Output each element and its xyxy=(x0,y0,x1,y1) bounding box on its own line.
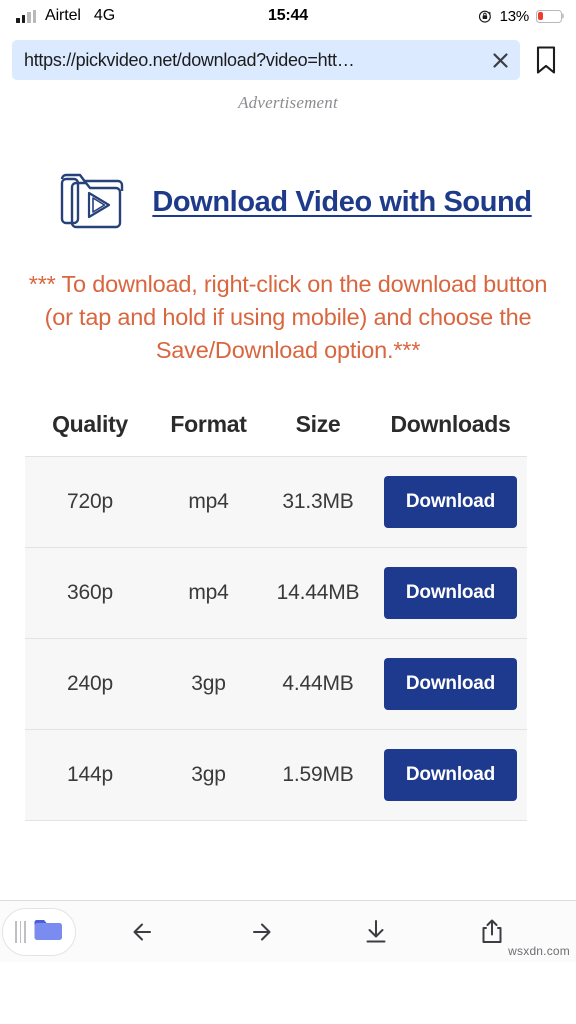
download-instructions-text: *** To download, right-click on the down… xyxy=(28,271,548,363)
cell-format: mp4 xyxy=(155,547,262,639)
status-bar-left: Airtel 4G xyxy=(16,7,115,25)
tabs-folder-icon xyxy=(33,917,63,947)
cell-size: 31.3MB xyxy=(262,456,374,548)
download-button[interactable]: Download xyxy=(384,658,517,710)
table-row: 240p 3gp 4.44MB Download xyxy=(25,638,527,730)
column-header-format: Format xyxy=(155,403,262,457)
battery-icon xyxy=(536,9,562,23)
web-page-content: Advertisement Download Video with Sound … xyxy=(0,88,576,962)
cell-format: 3gp xyxy=(155,729,262,821)
table-row: 720p mp4 31.3MB Download xyxy=(25,456,527,548)
cell-quality: 720p xyxy=(25,456,155,548)
browser-bottom-toolbar: wsxdn.com xyxy=(0,900,576,962)
cell-action: Download xyxy=(374,638,527,730)
brand-banner[interactable]: Download Video with Sound xyxy=(0,165,576,240)
site-watermark: wsxdn.com xyxy=(508,944,570,958)
arrow-left-icon[interactable] xyxy=(121,909,167,955)
tabs-button[interactable] xyxy=(2,907,76,956)
cell-format: mp4 xyxy=(155,456,262,548)
signal-bars-icon xyxy=(16,9,36,23)
url-text[interactable]: https://pickvideo.net/download?video=htt… xyxy=(24,50,482,71)
cell-quality: 360p xyxy=(25,547,155,639)
column-header-downloads: Downloads xyxy=(374,403,527,457)
browser-toolbar: https://pickvideo.net/download?video=htt… xyxy=(0,32,576,88)
download-arrow-icon[interactable] xyxy=(353,909,399,955)
video-folder-icon xyxy=(54,165,130,240)
cell-action: Download xyxy=(374,729,527,821)
tab-stack-icon xyxy=(15,920,26,943)
cell-size: 1.59MB xyxy=(262,729,374,821)
cell-size: 14.44MB xyxy=(262,547,374,639)
cell-action: Download xyxy=(374,547,527,639)
address-bar[interactable]: https://pickvideo.net/download?video=htt… xyxy=(12,40,520,80)
battery-fill xyxy=(538,11,544,21)
download-button[interactable]: Download xyxy=(384,749,517,801)
cell-size: 4.44MB xyxy=(262,638,374,730)
column-header-quality: Quality xyxy=(25,403,155,457)
advertisement-label: Advertisement xyxy=(238,93,338,112)
arrow-right-icon[interactable] xyxy=(237,909,283,955)
close-icon[interactable] xyxy=(488,48,512,72)
download-button[interactable]: Download xyxy=(384,567,517,619)
table-header-row: Quality Format Size Downloads xyxy=(25,403,527,457)
download-video-with-sound-link[interactable]: Download Video with Sound xyxy=(152,186,532,219)
cell-format: 3gp xyxy=(155,638,262,730)
download-button[interactable]: Download xyxy=(384,476,517,528)
status-bar: Airtel 4G 15:44 13% xyxy=(0,0,576,32)
download-options-table: Quality Format Size Downloads 720p mp4 3… xyxy=(25,403,527,821)
status-bar-right: 13% xyxy=(478,8,562,25)
cell-quality: 144p xyxy=(25,729,155,821)
toolbar-icon-group xyxy=(76,909,576,955)
column-header-size: Size xyxy=(262,403,374,457)
table-row: 144p 3gp 1.59MB Download xyxy=(25,729,527,821)
bookmark-icon[interactable] xyxy=(528,41,564,79)
table-row: 360p mp4 14.44MB Download xyxy=(25,547,527,639)
cell-quality: 240p xyxy=(25,638,155,730)
carrier-name: Airtel xyxy=(45,7,81,24)
network-type: 4G xyxy=(93,7,116,24)
battery-percent-label: 13% xyxy=(499,7,530,25)
rotation-lock-icon xyxy=(478,10,491,23)
cell-action: Download xyxy=(374,456,527,548)
